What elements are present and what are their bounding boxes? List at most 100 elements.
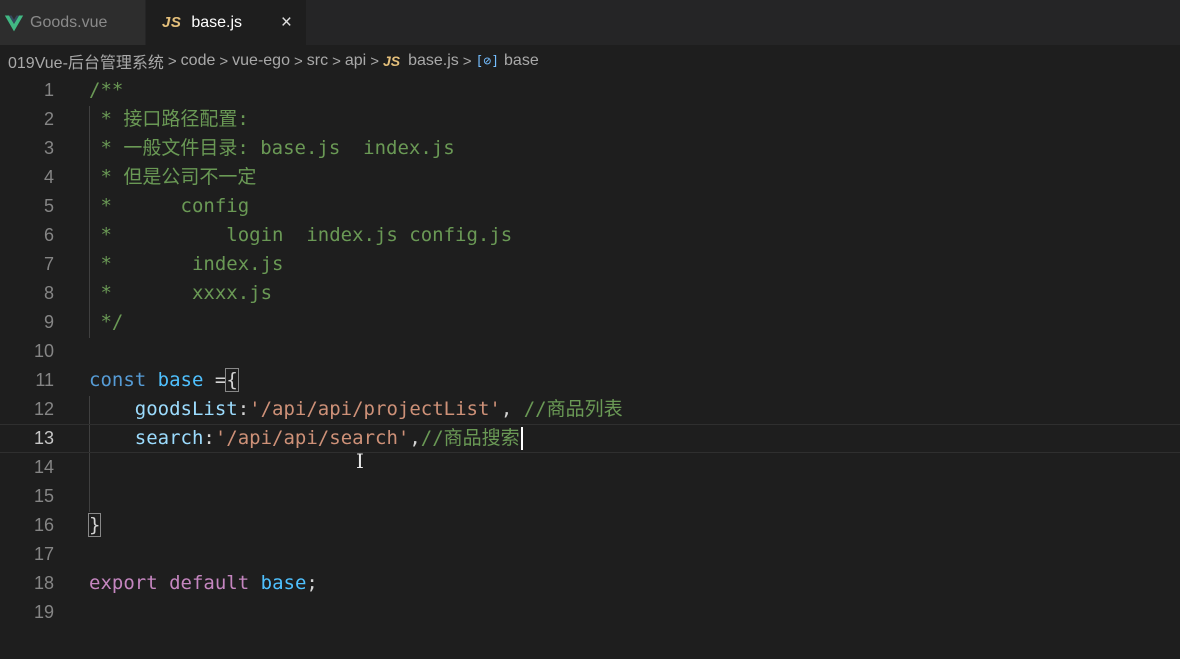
code-token: //商品列表 xyxy=(523,398,623,420)
text-cursor-icon: I xyxy=(356,449,364,473)
breadcrumb-symbol[interactable]: base xyxy=(504,52,539,70)
code-line[interactable]: 13 search:'/api/api/search',//商品搜索 xyxy=(0,424,1180,453)
code-token: = xyxy=(203,369,227,391)
code-line[interactable]: 4 * 但是公司不一定 xyxy=(0,163,1180,192)
code-token: //商品搜索 xyxy=(420,427,520,449)
line-content: * 但是公司不一定 xyxy=(89,163,256,192)
line-number: 18 xyxy=(33,573,54,593)
breadcrumb-item[interactable]: code xyxy=(181,52,216,70)
line-content: */ xyxy=(89,308,123,337)
line-content: * index.js xyxy=(89,250,283,279)
code-token: /** xyxy=(89,79,124,101)
tab-label: base.js xyxy=(191,13,243,31)
code-token: , xyxy=(409,427,421,449)
line-content: /** xyxy=(89,76,123,105)
text-cursor xyxy=(520,427,523,450)
code-token: '/api/api/search' xyxy=(214,427,410,449)
chevron-right-icon: > xyxy=(332,52,341,70)
code-line[interactable]: 9 */ xyxy=(0,308,1180,337)
chevron-right-icon: > xyxy=(462,52,472,70)
line-number: 17 xyxy=(33,544,54,564)
code-token: search xyxy=(134,427,204,449)
line-content: export default base; xyxy=(89,569,318,598)
line-content: search:'/api/api/search',//商品搜索 xyxy=(89,425,523,452)
code-line[interactable]: 19 xyxy=(0,598,1180,627)
code-token: * config xyxy=(89,195,250,217)
code-line[interactable]: 18 export default base; xyxy=(0,569,1180,598)
code-line[interactable]: 17 xyxy=(0,540,1180,569)
code-line[interactable]: 1 /** xyxy=(0,76,1180,105)
tab-goods-vue[interactable]: Goods.vue xyxy=(0,0,146,45)
code-token: * index.js xyxy=(89,253,284,275)
code-line[interactable]: 15 xyxy=(0,482,1180,511)
breadcrumb-file[interactable]: base.js xyxy=(408,52,459,70)
code-line[interactable]: 10 xyxy=(0,337,1180,366)
editor-window: Goods.vue JS base.js × 019Vue-后台管理系统 > c… xyxy=(0,0,1180,659)
line-number: 8 xyxy=(43,283,54,303)
chevron-right-icon: > xyxy=(167,52,177,70)
line-number: 1 xyxy=(43,80,54,100)
code-token: * 一般文件目录: base.js index.js xyxy=(89,137,455,159)
close-icon[interactable]: × xyxy=(281,13,292,32)
line-number: 9 xyxy=(43,312,54,332)
breadcrumb-item[interactable]: 019Vue-后台管理系统 xyxy=(8,49,164,73)
code-line[interactable]: 6 * login index.js config.js xyxy=(0,221,1180,250)
code-token: * 但是公司不一定 xyxy=(89,166,257,188)
code-token: * 接口路径配置: xyxy=(89,108,249,130)
line-number: 10 xyxy=(33,341,54,361)
line-number: 11 xyxy=(35,370,54,390)
line-number: 6 xyxy=(43,225,54,245)
tab-bar: Goods.vue JS base.js × xyxy=(0,0,1180,45)
breadcrumb-item[interactable]: api xyxy=(345,52,366,70)
code-token: */ xyxy=(89,311,124,333)
code-line[interactable]: 5 * config xyxy=(0,192,1180,221)
line-content: goodsList:'/api/api/projectList', //商品列表 xyxy=(89,395,623,424)
line-number: 19 xyxy=(33,602,54,622)
line-content: * 一般文件目录: base.js index.js xyxy=(89,134,455,163)
code-token: ; xyxy=(306,572,318,594)
chevron-right-icon: > xyxy=(219,52,229,70)
code-token: : xyxy=(237,398,250,420)
line-number: 12 xyxy=(33,399,54,419)
code-token: base xyxy=(157,369,204,391)
breadcrumb: 019Vue-后台管理系统 > code > vue-ego > src > a… xyxy=(0,45,1180,77)
code-token: default xyxy=(169,572,250,594)
code-line[interactable]: 12 goodsList:'/api/api/projectList', //商… xyxy=(0,395,1180,424)
line-content: } xyxy=(87,511,102,540)
line-number: 16 xyxy=(33,515,54,535)
code-token: export xyxy=(89,572,158,594)
breadcrumb-item[interactable]: src xyxy=(307,52,328,70)
line-number: 2 xyxy=(43,109,54,129)
vue-icon xyxy=(4,15,24,31)
code-token: '/api/api/projectList' xyxy=(249,398,501,420)
code-token: : xyxy=(203,427,215,449)
line-content: * login index.js config.js xyxy=(89,221,512,250)
js-icon: JS xyxy=(162,14,182,31)
code-token: , xyxy=(500,398,524,420)
code-line[interactable]: 2 * 接口路径配置: xyxy=(0,105,1180,134)
tab-label: Goods.vue xyxy=(30,13,108,31)
code-line[interactable]: 16} xyxy=(0,511,1180,540)
chevron-right-icon: > xyxy=(293,52,303,70)
code-editor[interactable]: 1/** 2 * 接口路径配置: 3 * 一般文件目录: base.js index… xyxy=(0,77,1180,659)
code-line[interactable]: 7 * index.js xyxy=(0,250,1180,279)
chevron-right-icon: > xyxy=(370,52,379,70)
line-number: 5 xyxy=(43,196,54,216)
line-content: const base ={ xyxy=(89,366,239,395)
line-number: 14 xyxy=(33,457,54,477)
code-token: const xyxy=(89,369,147,391)
code-token: * login index.js config.js xyxy=(89,224,513,246)
breadcrumb-item[interactable]: vue-ego xyxy=(232,52,290,70)
code-line[interactable]: 14 xyxy=(0,453,1180,482)
code-token: goodsList xyxy=(134,398,238,420)
line-content: * config xyxy=(89,192,249,221)
tab-base-js[interactable]: JS base.js × xyxy=(146,0,306,45)
code-line[interactable]: 11 const base ={ xyxy=(0,366,1180,395)
code-line[interactable]: 3 * 一般文件目录: base.js index.js xyxy=(0,134,1180,163)
code-line[interactable]: 8 * xxxx.js xyxy=(0,279,1180,308)
line-number: 7 xyxy=(43,254,54,274)
